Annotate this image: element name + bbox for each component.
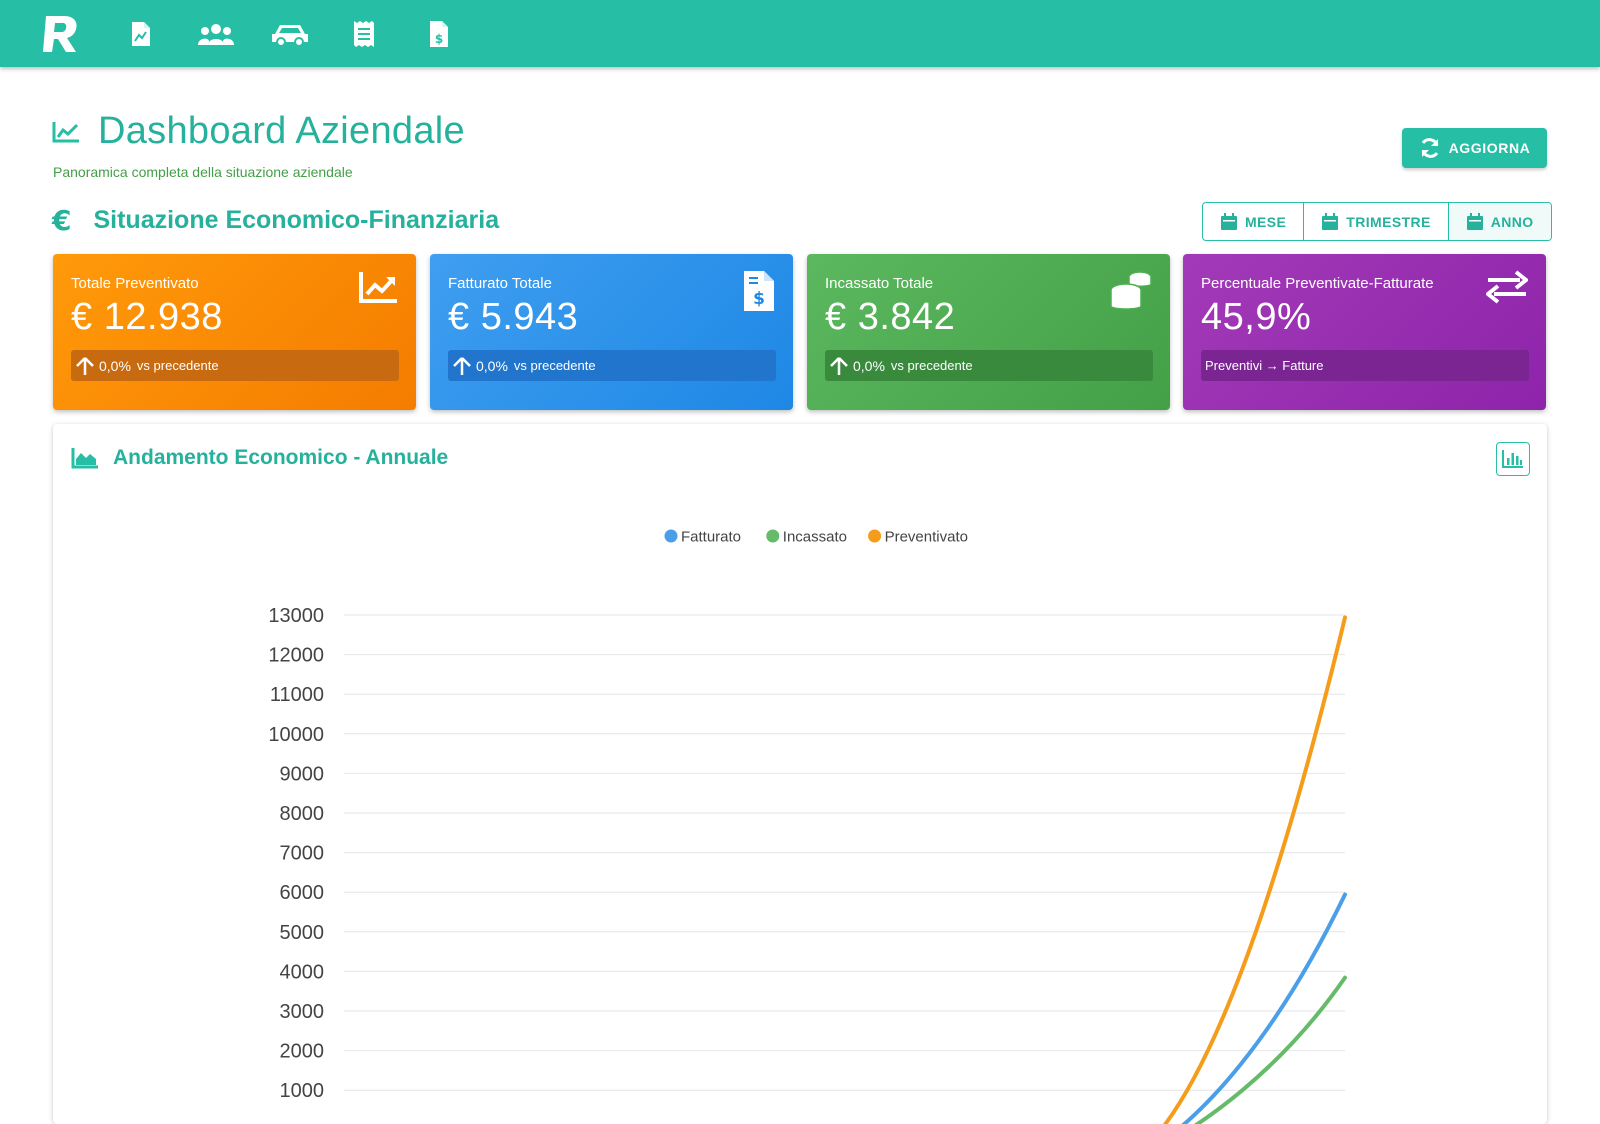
y-tick-label: 2000 xyxy=(280,1041,325,1063)
svg-text:$: $ xyxy=(435,32,443,46)
y-tick-label: 12000 xyxy=(268,645,324,667)
top-navbar: $ xyxy=(0,0,1600,67)
line-chart: 1000 2000 3000 4000 5000 6000 7000 8000 9000 1000… xyxy=(268,529,1347,1124)
period-toggle-group: MESE TRIMESTRE ANNO xyxy=(1202,202,1552,241)
card-change: 0,0% vs precedente xyxy=(448,350,776,381)
refresh-button-label: AGGIORNA xyxy=(1448,140,1531,156)
period-label: ANNO xyxy=(1490,213,1534,230)
card-value: € 5.943 xyxy=(448,296,579,338)
page-subtitle: Panoramica completa della situazione azi… xyxy=(53,164,353,180)
legend-marker xyxy=(766,529,780,543)
coins-icon xyxy=(1110,271,1152,310)
legend-marker xyxy=(868,529,882,543)
arrow-up-icon xyxy=(76,356,94,375)
card-label: Incassato Totale xyxy=(825,275,934,292)
arrow-up-icon xyxy=(453,356,471,375)
chart-panel: Andamento Economico - Annuale 1000 2000 30… xyxy=(53,424,1547,1124)
card-change-value: 0,0% xyxy=(853,357,885,374)
card-footer: Preventivi → Fatture xyxy=(1201,350,1529,381)
card-label: Percentuale Preventivate-Fatturate xyxy=(1201,275,1434,292)
y-tick-label: 4000 xyxy=(280,961,325,983)
kpi-card-preventivato: Totale Preventivato € 12.938 0,0% vs pre… xyxy=(53,254,416,410)
period-button-trimestre[interactable]: TRIMESTRE xyxy=(1304,203,1449,240)
card-change: 0,0% vs precedente xyxy=(71,350,399,381)
series-line-fatturato xyxy=(1181,892,1347,1124)
y-tick-label: 10000 xyxy=(268,724,324,746)
section-header: € Situazione Economico-Finanziaria xyxy=(52,204,499,237)
card-value: € 3.842 xyxy=(825,296,956,338)
page-header: Dashboard Aziendale xyxy=(52,110,465,153)
calendar-icon xyxy=(1221,212,1237,230)
card-change-text: vs precedente xyxy=(136,358,219,373)
series-line-preventivato xyxy=(1162,615,1347,1124)
y-tick-label: 7000 xyxy=(280,843,325,865)
section-title: Situazione Economico-Finanziaria xyxy=(93,206,500,234)
nav-receipt-icon[interactable] xyxy=(346,18,382,50)
card-footer-text: Preventivi → Fatture xyxy=(1205,358,1324,373)
calendar-icon xyxy=(1466,212,1483,230)
card-value: € 12.938 xyxy=(71,296,223,338)
invoice-icon: $ xyxy=(744,271,774,311)
card-label: Totale Preventivato xyxy=(71,275,199,292)
logo-icon[interactable] xyxy=(40,12,80,56)
legend-label: Preventivato xyxy=(885,529,968,546)
card-change-text: vs precedente xyxy=(890,358,973,373)
legend-label: Incassato xyxy=(783,529,847,546)
y-tick-label: 9000 xyxy=(280,763,325,785)
period-label: TRIMESTRE xyxy=(1346,213,1431,230)
card-value: 45,9% xyxy=(1201,296,1312,338)
nav-users-icon[interactable] xyxy=(198,18,234,50)
nav-invoice-dollar-icon[interactable]: $ xyxy=(421,18,457,50)
kpi-card-incassato: Incassato Totale € 3.842 0,0% vs precede… xyxy=(807,254,1170,410)
kpi-card-fatturato: Fatturato Totale € 5.943 $ 0,0% vs prece… xyxy=(430,254,793,410)
card-label: Fatturato Totale xyxy=(448,275,552,292)
y-tick-label: 5000 xyxy=(280,922,325,944)
refresh-button[interactable]: AGGIORNA xyxy=(1402,128,1547,168)
svg-text:$: $ xyxy=(753,289,765,309)
card-change: 0,0% vs precedente xyxy=(825,350,1153,381)
legend-label: Fatturato xyxy=(681,529,741,546)
period-button-mese[interactable]: MESE xyxy=(1203,203,1305,240)
legend-marker xyxy=(664,529,678,543)
exchange-arrows-icon xyxy=(1486,270,1528,304)
chart-area-icon xyxy=(52,121,79,142)
card-change-value: 0,0% xyxy=(99,357,131,374)
y-tick-label: 6000 xyxy=(280,882,325,904)
y-tick-label: 3000 xyxy=(280,1001,325,1023)
chart-line-icon xyxy=(359,272,397,303)
nav-document-chart-icon[interactable] xyxy=(123,18,159,50)
y-tick-label: 11000 xyxy=(270,684,324,706)
nav-car-icon[interactable] xyxy=(272,18,308,50)
period-label: MESE xyxy=(1245,213,1287,230)
card-change-value: 0,0% xyxy=(476,357,508,374)
kpi-card-percentuale: Percentuale Preventivate-Fatturate 45,9%… xyxy=(1183,254,1546,410)
calendar-icon xyxy=(1322,212,1339,230)
refresh-icon xyxy=(1421,138,1439,158)
page-title: Dashboard Aziendale xyxy=(98,110,465,152)
euro-icon: € xyxy=(52,204,72,237)
y-tick-label: 1000 xyxy=(280,1080,325,1102)
card-change-text: vs precedente xyxy=(513,358,596,373)
y-tick-label: 8000 xyxy=(280,803,325,825)
arrow-up-icon xyxy=(830,356,848,375)
y-tick-label: 13000 xyxy=(268,605,324,627)
period-button-anno[interactable]: ANNO xyxy=(1448,203,1551,240)
